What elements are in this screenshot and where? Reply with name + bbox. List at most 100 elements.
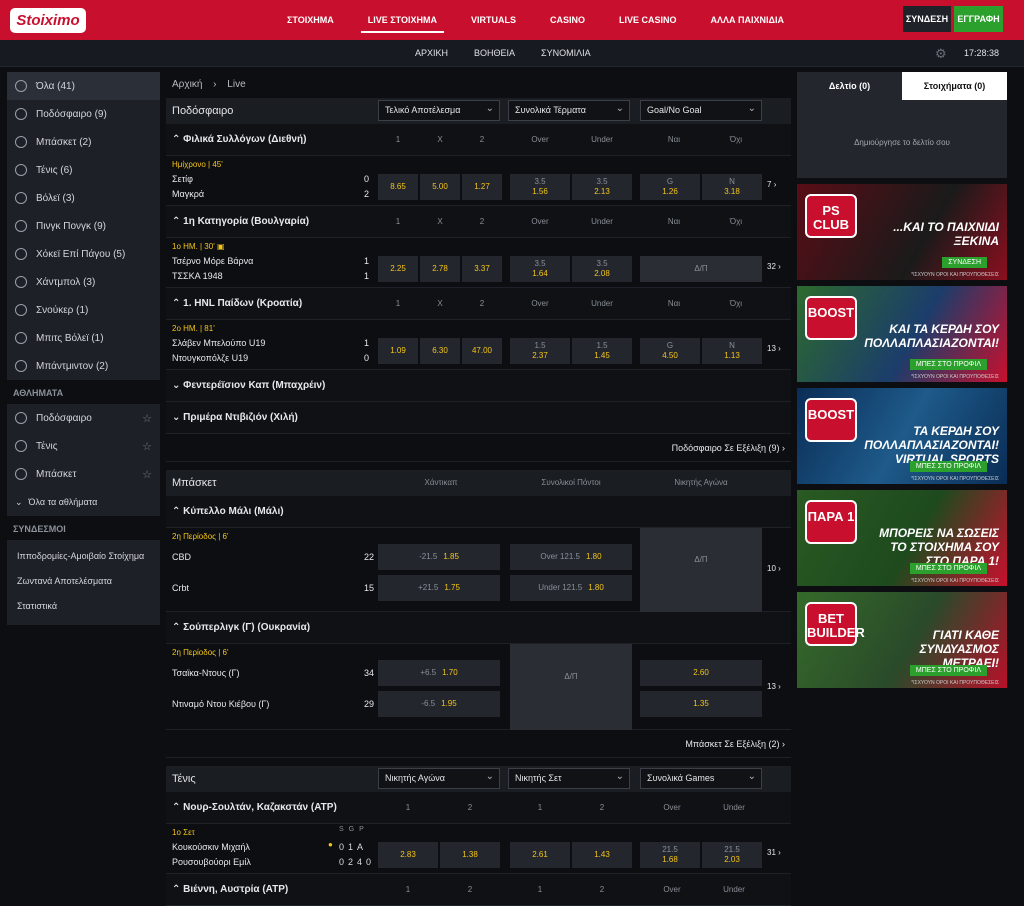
stoiximo-logo[interactable]: Stoiximo <box>10 8 86 33</box>
odd-winner-away[interactable]: 1.35 <box>640 691 762 717</box>
link-live-results[interactable]: Ζωντανά Αποτελέσματα <box>7 569 160 594</box>
sidebar-item-beach-volley[interactable]: Μπιτς Βόλεϊ (1) <box>7 324 160 352</box>
odd-under[interactable]: 21.5 2.03 <box>702 842 762 868</box>
sidebar-item-handball[interactable]: Χάντμπολ (3) <box>7 268 160 296</box>
football-more-link[interactable]: Ποδόσφαιρο Σε Εξέλιξη (9) › <box>166 434 791 462</box>
promo-banner-para-1[interactable]: ΠΑΡΑ 1 ΜΠΟΡΕΙΣ ΝΑ ΣΩΣΕΙΣ ΤΟ ΣΤΟΙΧΗΜΑ ΣΟΥ… <box>797 490 1007 586</box>
odd-over[interactable]: 3.5 1.64 <box>510 256 570 282</box>
odd-winner-home[interactable]: 2.60 <box>640 660 762 686</box>
nav-live[interactable]: LIVE ΣΤΟΙΧΗΜΑ <box>351 0 454 40</box>
more-markets[interactable]: 31 › <box>767 848 781 857</box>
league-header[interactable]: ⌃ Νουρ-Σουλτάν, Καζακστάν (ATP) 1 2 1 2 … <box>166 792 791 824</box>
market-select-3[interactable]: Συνολικά Games <box>640 767 762 789</box>
odd-2[interactable]: 1.27 <box>462 174 502 200</box>
more-markets[interactable]: 32 › <box>767 262 781 271</box>
sidebar-item-snooker[interactable]: Σνούκερ (1) <box>7 296 160 324</box>
gear-icon[interactable]: ⚙ <box>935 46 947 62</box>
sidebar-item-tennis[interactable]: Τένις (6) <box>7 156 160 184</box>
odd-goal[interactable]: G 4.50 <box>640 338 700 364</box>
league-header[interactable]: ⌃ Σούπερλιγκ (Γ) (Ουκρανία) <box>166 612 791 644</box>
banner-cta-button[interactable]: ΜΠΕΣ ΣΤΟ ΠΡΟΦΙΛ <box>909 563 987 574</box>
league-header[interactable]: ⌃ 1η Κατηγορία (Βουλγαρία) 1 X 2 Over Un… <box>166 206 791 238</box>
odd-winner-2[interactable]: 1.38 <box>440 842 500 868</box>
odd-1[interactable]: 8.65 <box>378 174 418 200</box>
nav-sports[interactable]: ΣΤΟΙΧΗΜΑ <box>270 0 351 40</box>
odd-under[interactable]: 3.5 2.08 <box>572 256 632 282</box>
sidebar-item-all[interactable]: Όλα (41) <box>7 72 160 100</box>
promo-banner-ps-club[interactable]: PS CLUB ...ΚΑΙ ΤΟ ΠΑΙΧΝΙΔΙ ΞΕΚΙΝΑ ΣΥΝΔΕΣ… <box>797 184 1007 280</box>
banner-cta-button[interactable]: ΜΠΕΣ ΣΤΟ ΠΡΟΦΙΛ <box>909 665 987 676</box>
banner-cta-button[interactable]: ΜΠΕΣ ΣΤΟ ΠΡΟΦΙΛ <box>909 461 987 472</box>
sidebar-item-basketball[interactable]: Μπάσκετ (2) <box>7 128 160 156</box>
market-select-1[interactable]: Τελικό Αποτέλεσμα <box>378 99 500 121</box>
breadcrumb-home[interactable]: Αρχική <box>172 79 202 90</box>
odd-handicap-home[interactable]: +6.5 1.70 <box>378 660 500 686</box>
event-row[interactable]: 2ο ΗΜ. | 81' Σλάβεν Μπελούπο U19 Ντουγκο… <box>166 320 791 370</box>
sidebar-item-volleyball[interactable]: Βόλεϊ (3) <box>7 184 160 212</box>
promo-banner-boost[interactable]: BOOST ΚΑΙ ΤΑ ΚΕΡΔΗ ΣΟΥ ΠΟΛΛΑΠΛΑΣΙΑΖΟΝΤΑΙ… <box>797 286 1007 382</box>
odd-under[interactable]: 1.5 1.45 <box>572 338 632 364</box>
promo-banner-bet-builder[interactable]: BET BUILDER ΓΙΑΤΙ ΚΑΘΕ ΣΥΝΔΥΑΣΜΟΣ ΜΕΤΡΑΕ… <box>797 592 1007 688</box>
link-horse-racing[interactable]: Ιπποδρομίες-Αμοιβαίο Στοίχημα <box>7 544 160 569</box>
more-markets[interactable]: 13 › <box>767 682 781 691</box>
odd-2[interactable]: 3.37 <box>462 256 502 282</box>
sidebar-item-table-tennis[interactable]: Πινγκ Πονγκ (9) <box>7 212 160 240</box>
odd-handicap-home[interactable]: -21.5 1.85 <box>378 544 500 570</box>
odd-1[interactable]: 1.09 <box>378 338 418 364</box>
league-collapsed[interactable]: ⌄ Φεντερέϊσιον Καπ (Μπαχρέιν) <box>166 370 791 402</box>
more-markets[interactable]: 13 › <box>767 344 781 353</box>
odd-handicap-away[interactable]: -6.5 1.95 <box>378 691 500 717</box>
market-select-2[interactable]: Συνολικά Τέρματα <box>508 99 630 121</box>
market-select-2[interactable]: Νικητής Σετ <box>508 767 630 789</box>
odd-set-1[interactable]: 2.61 <box>510 842 570 868</box>
login-button[interactable]: ΣΥΝΔΕΣΗ <box>903 6 951 32</box>
event-row[interactable]: 2η Περίοδος | 6' CBD Crbt 22 15 -21.5 1.8… <box>166 528 791 612</box>
odd-x[interactable]: 2.78 <box>420 256 460 282</box>
link-statistics[interactable]: Στατιστικά <box>7 594 160 619</box>
odd-over[interactable]: 1.5 2.37 <box>510 338 570 364</box>
odd-goal[interactable]: G 1.26 <box>640 174 700 200</box>
odd-total-under[interactable]: Under 121.5 1.80 <box>510 575 632 601</box>
odd-total-over[interactable]: Over 121.5 1.80 <box>510 544 632 570</box>
nav-other-games[interactable]: ΑΛΛΑ ΠΑΙΧΝΙΔΙΑ <box>694 0 801 40</box>
subnav-home[interactable]: ΑΡΧΙΚΗ <box>402 40 461 67</box>
nav-live-casino[interactable]: LIVE CASINO <box>602 0 694 40</box>
odd-over[interactable]: 3.5 1.56 <box>510 174 570 200</box>
market-select-1[interactable]: Νικητής Αγώνα <box>378 767 500 789</box>
nav-virtuals[interactable]: VIRTUALS <box>454 0 533 40</box>
odd-winner-1[interactable]: 2.83 <box>378 842 438 868</box>
league-header[interactable]: ⌃ Φιλικά Συλλόγων (Διεθνή) 1 X 2 Over Un… <box>166 124 791 156</box>
event-row[interactable]: Ημίχρονο | 45' Σετίφ Μαγκρά 0 2 8.65 5.0… <box>166 156 791 206</box>
league-header[interactable]: ⌃ 1. HNL Παίδων (Κροατία) 1 X 2 Over Und… <box>166 288 791 320</box>
odd-no-goal[interactable]: N 1.13 <box>702 338 762 364</box>
odd-no-goal[interactable]: N 3.18 <box>702 174 762 200</box>
odd-2[interactable]: 47.00 <box>462 338 502 364</box>
fav-football[interactable]: Ποδόσφαιρο ☆ <box>7 404 160 432</box>
fav-basketball[interactable]: Μπάσκετ ☆ <box>7 460 160 488</box>
banner-cta-button[interactable]: ΣΥΝΔΕΣΗ <box>942 257 987 268</box>
odd-under[interactable]: 3.5 2.13 <box>572 174 632 200</box>
sidebar-item-ice-hockey[interactable]: Χόκεϊ Επί Πάγου (5) <box>7 240 160 268</box>
sidebar-item-badminton[interactable]: Μπάντμιντον (2) <box>7 352 160 380</box>
odd-1[interactable]: 2.25 <box>378 256 418 282</box>
league-header[interactable]: ⌃ Κύπελλο Μάλι (Μάλι) <box>166 496 791 528</box>
odd-set-2[interactable]: 1.43 <box>572 842 632 868</box>
more-markets[interactable]: 10 › <box>767 564 781 573</box>
sidebar-item-football[interactable]: Ποδόσφαιρο (9) <box>7 100 160 128</box>
odd-over[interactable]: 21.5 1.68 <box>640 842 700 868</box>
banner-cta-button[interactable]: ΜΠΕΣ ΣΤΟ ΠΡΟΦΙΛ <box>909 359 987 370</box>
event-row[interactable]: 1ο ΗΜ. | 30' ▣ Τσέρνο Μόρε Βάρνα ΤΣΣΚΑ 1… <box>166 238 791 288</box>
more-markets[interactable]: 7 › <box>767 180 776 189</box>
fav-tennis[interactable]: Τένις ☆ <box>7 432 160 460</box>
register-button[interactable]: ΕΓΓΡΑΦΗ <box>954 6 1003 32</box>
league-collapsed[interactable]: ⌄ Πριμέρα Ντιβιζιόν (Χιλή) <box>166 402 791 434</box>
nav-casino[interactable]: CASINO <box>533 0 602 40</box>
tab-betslip[interactable]: Δελτίο (0) <box>797 72 902 100</box>
subnav-chat[interactable]: ΣΥΝΟΜΙΛΙΑ <box>528 40 604 67</box>
league-header[interactable]: ⌃ Βιέννη, Αυστρία (ATP) 1 2 1 2 Over Und… <box>166 874 791 906</box>
all-sports-toggle[interactable]: ⌄ Όλα τα αθλήματα <box>7 488 160 516</box>
odd-x[interactable]: 5.00 <box>420 174 460 200</box>
market-select-3[interactable]: Goal/No Goal <box>640 99 762 121</box>
odd-handicap-away[interactable]: +21.5 1.75 <box>378 575 500 601</box>
star-icon[interactable]: ☆ <box>142 412 152 425</box>
